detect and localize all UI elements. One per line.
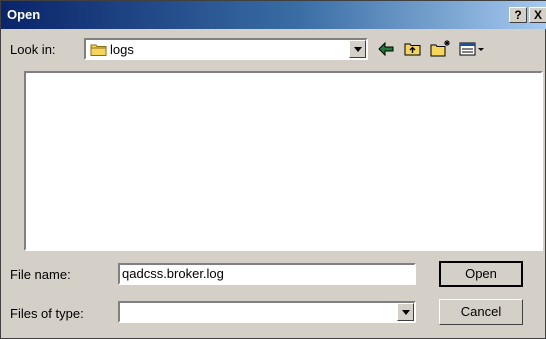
look-in-arrow[interactable] bbox=[349, 40, 366, 58]
files-of-type-dropdown[interactable] bbox=[118, 301, 416, 323]
file-name-label: File name: bbox=[10, 267, 71, 282]
files-of-type-label: Files of type: bbox=[10, 306, 84, 321]
open-button[interactable]: Open bbox=[439, 261, 523, 287]
cancel-button-label: Cancel bbox=[460, 304, 502, 319]
dialog-title: Open bbox=[7, 7, 41, 22]
open-dialog: Open ? X Look in: logs File name: Files … bbox=[0, 0, 546, 339]
cancel-button[interactable]: Cancel bbox=[439, 299, 523, 325]
help-button[interactable]: ? bbox=[509, 7, 527, 23]
folder-icon bbox=[90, 44, 107, 56]
view-menu-icon[interactable] bbox=[458, 39, 486, 59]
title-bar[interactable]: Open ? X bbox=[1, 1, 546, 29]
look-in-label: Look in: bbox=[10, 42, 56, 57]
close-button[interactable]: X bbox=[529, 7, 546, 23]
up-folder-icon[interactable] bbox=[403, 39, 423, 59]
file-name-field[interactable] bbox=[118, 263, 416, 285]
file-list[interactable] bbox=[24, 71, 543, 251]
file-name-input[interactable] bbox=[120, 265, 414, 282]
look-in-dropdown[interactable]: logs bbox=[84, 38, 368, 60]
back-icon[interactable] bbox=[376, 39, 396, 59]
files-of-type-arrow[interactable] bbox=[397, 303, 414, 321]
look-in-value: logs bbox=[110, 42, 134, 57]
new-folder-icon[interactable] bbox=[429, 39, 451, 59]
open-button-label: Open bbox=[465, 266, 497, 281]
